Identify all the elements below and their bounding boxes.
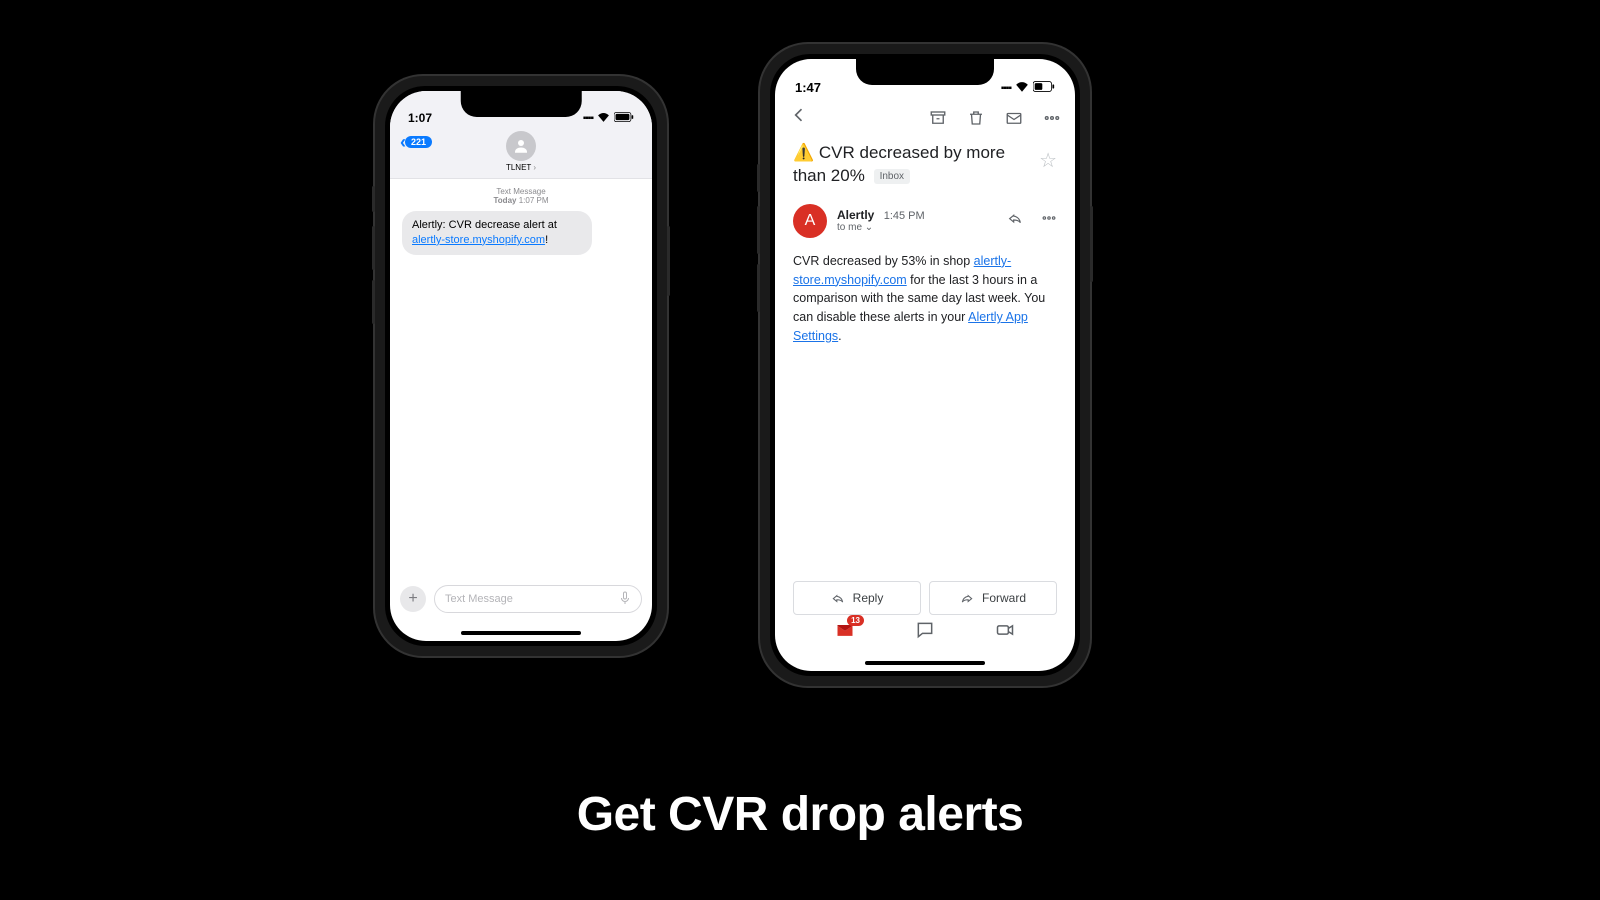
tagline: Get CVR drop alerts [0,787,1600,842]
message-meta: Text Message Today 1:07 PM [390,187,652,205]
chevron-down-icon: ⌄ [865,222,873,233]
reply-button[interactable]: Reply [793,581,921,615]
nav-video[interactable] [995,620,1015,645]
sms-phone-frame: 1:07 ▪▪▪▪ ‹ 221 [375,76,667,656]
email-body: CVR decreased by 53% in shop alertly-sto… [775,244,1075,354]
email-subject: ⚠️ CVR decreased by more than 20% Inbox [793,142,1029,188]
back-button[interactable] [789,105,809,130]
sender-avatar[interactable]: A [793,204,827,238]
notch [856,59,994,85]
signal-icon: ▪▪▪▪ [583,113,593,124]
forward-button[interactable]: Forward [929,581,1057,615]
mark-unread-icon[interactable] [1005,109,1023,127]
contact-name[interactable]: TLNET [400,163,642,172]
battery-icon [1033,81,1055,95]
inbox-chip[interactable]: Inbox [874,169,910,185]
reply-actions: Reply Forward [793,581,1057,615]
sender-time: 1:45 PM [884,210,925,222]
wifi-icon [1015,81,1029,95]
mic-icon[interactable] [619,591,631,608]
back-button[interactable]: ‹ 221 [400,133,432,151]
sms-bubble: Alertly: CVR decrease alert at alertly-s… [402,211,592,255]
star-icon[interactable]: ☆ [1039,148,1057,173]
placeholder: Text Message [445,593,513,605]
email-subject-row: ⚠️ CVR decreased by more than 20% Inbox … [775,140,1075,194]
email-toolbar [775,99,1075,140]
contact-avatar[interactable] [506,131,536,161]
messages-header: ‹ 221 TLNET [390,127,652,179]
notch [461,91,582,117]
add-attachment-button[interactable]: + [400,586,426,612]
sender-row: A Alertly 1:45 PM to me ⌄ [775,194,1075,244]
trash-icon[interactable] [967,109,985,127]
home-indicator[interactable] [461,631,581,635]
nav-chat[interactable] [915,620,935,645]
sender-name: Alertly [837,208,874,222]
recipient-line[interactable]: to me ⌄ [837,222,997,233]
signal-icon: ▪▪▪▪ [1001,83,1011,94]
compose-bar: + Text Message [390,579,652,627]
nav-mail[interactable]: 13 [835,620,855,645]
archive-icon[interactable] [929,109,947,127]
wifi-icon [597,112,610,125]
more-icon[interactable] [1043,109,1061,127]
more-icon[interactable] [1041,210,1057,231]
nav-mail-badge: 13 [847,615,864,626]
unread-badge: 221 [405,136,432,148]
bottom-nav: 13 [775,614,1075,657]
battery-icon [614,112,634,125]
message-input[interactable]: Text Message [434,585,642,613]
stage: 1:07 ▪▪▪▪ ‹ 221 [0,0,1600,900]
email-phone-frame: 1:47 ▪▪▪▪ [760,44,1090,686]
sms-link[interactable]: alertly-store.myshopify.com [412,234,545,246]
status-time: 1:07 [408,111,432,125]
status-time: 1:47 [795,80,821,95]
reply-icon[interactable] [1007,210,1023,231]
home-indicator[interactable] [865,661,985,665]
